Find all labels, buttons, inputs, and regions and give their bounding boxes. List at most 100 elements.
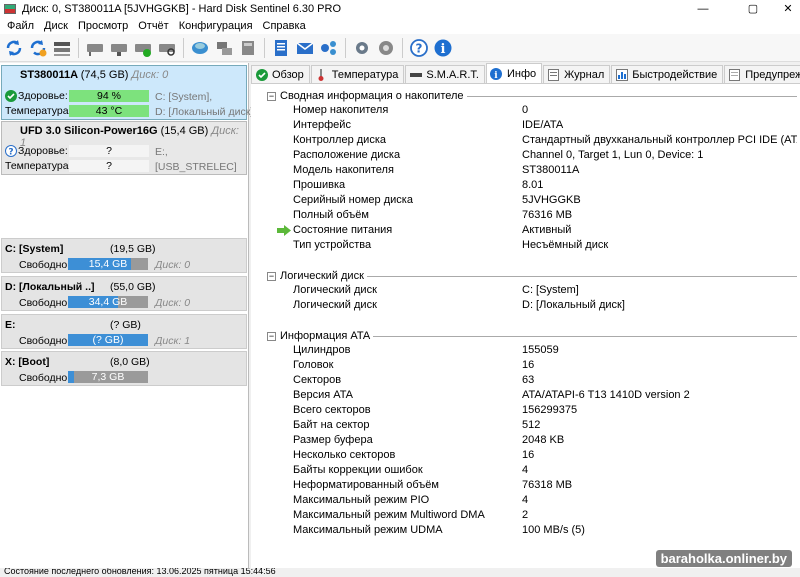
info-key: Номер накопителя [293,104,389,116]
info-row[interactable]: Прошивка 8.01 [263,179,797,193]
section-header[interactable]: − Сводная информация о накопителе [263,89,797,103]
partition-c[interactable]: C: [System] (19,5 GB) Свободно 15,4 GB Д… [1,238,247,273]
collapse-icon[interactable]: − [267,271,276,281]
info-key: Байт на сектор [293,419,370,431]
info-row[interactable]: Версия ATA ATA/ATAPI-6 T13 1410D version … [263,389,797,403]
info-row[interactable]: Секторов 63 [263,374,797,388]
tab-alerts[interactable]: Предупреждения [724,65,800,83]
info-row[interactable]: Тип устройства Несъёмный диск [263,239,797,253]
info-value: Несъёмный диск [522,239,609,251]
info-row[interactable]: Несколько секторов 16 [263,449,797,463]
tab-info[interactable]: i Инфо [485,63,543,83]
free-label: Свободно [19,297,68,309]
disk-search-icon[interactable] [156,37,178,59]
report-icon[interactable] [270,37,292,59]
info-row[interactable]: Серийный номер диска 5JVHGGKB [263,194,797,208]
about-icon[interactable]: i [432,37,454,59]
disk-list-icon[interactable] [51,37,73,59]
section-divider [373,335,797,337]
info-value: 16 [522,449,535,461]
info-row[interactable]: Полный объём 76316 MB [263,209,797,223]
menu-view[interactable]: Просмотр [73,20,133,32]
partition-d[interactable]: D: [Локальный ..] (55,0 GB) Свободно 34,… [1,276,247,311]
disk-info-icon[interactable] [189,37,211,59]
mail-icon[interactable] [294,37,316,59]
info-value: 100 MB/s (5) [522,524,585,536]
info-icon: i [490,67,503,80]
info-value: ATA/ATAPI-6 T13 1410D version 2 [522,389,690,401]
tab-log[interactable]: Журнал [543,65,611,83]
info-row[interactable]: Логический диск D: [Локальный диск] [263,299,797,313]
section-header[interactable]: − Логический диск [263,269,797,283]
tab-smart[interactable]: S.M.A.R.T. [405,65,485,83]
disk-size: (74,5 GB) [80,69,129,81]
disk-export-icon[interactable] [237,37,259,59]
disk-card-0[interactable]: ST380011A (74,5 GB) Диск: 0 Здоровье: 94… [1,65,253,120]
info-row[interactable]: Максимальный режим UDMA 100 MB/s (5) [263,524,797,538]
info-row[interactable]: Байт на сектор 512 [263,419,797,433]
watermark: baraholka.onliner.by [655,550,792,567]
svg-text:i: i [441,42,446,57]
menu-disk[interactable]: Диск [39,20,73,32]
partition-e[interactable]: E: (? GB) Свободно (? GB) Диск: 1 [1,314,247,349]
menu-configuration[interactable]: Конфигурация [174,20,258,32]
partition-x[interactable]: X: [Boot] (8,0 GB) Свободно 7,3 GB [1,351,247,386]
section-title: Информация ATA [280,330,371,342]
tab-label: Обзор [272,68,304,81]
info-row[interactable]: Расположение диска Channel 0, Target 1, L… [263,149,797,163]
free-space-bar: 7,3 GB [68,371,148,383]
info-row[interactable]: Интерфейс IDE/ATA [263,119,797,133]
refresh-icon[interactable] [3,37,25,59]
tab-overview[interactable]: Обзор [251,65,310,83]
tab-performance[interactable]: Быстродействие [611,65,724,83]
help-icon[interactable]: ? [408,37,430,59]
disk-test-icon[interactable] [84,37,106,59]
menu-report[interactable]: Отчёт [133,20,173,32]
info-row[interactable]: Максимальный режим PIO 4 [263,494,797,508]
info-row[interactable]: Неформатированный объём 76318 MB [263,479,797,493]
info-row[interactable]: Модель накопителя ST380011A [263,164,797,178]
free-space-value: 34,4 GB [88,296,128,308]
info-row[interactable]: Состояние питания Активный [263,224,797,238]
collapse-icon[interactable]: − [267,331,276,341]
info-row[interactable]: Контроллер диска Стандартный двухканальны… [263,134,797,148]
minimize-button[interactable]: — [683,0,723,17]
info-row[interactable]: Логический диск C: [System] [263,284,797,298]
close-button[interactable]: ✕ [768,0,800,17]
info-key: Логический диск [293,284,377,296]
temperature-row: Температура: ? [5,160,149,172]
info-row[interactable]: Головок 16 [263,359,797,373]
info-value: C: [System] [522,284,579,296]
menu-file[interactable]: Файл [2,20,39,32]
info-list[interactable]: − Сводная информация о накопителе Номер на… [263,89,797,549]
share-icon[interactable] [318,37,340,59]
info-row[interactable]: Размер буфера 2048 KB [263,434,797,448]
maximize-button[interactable]: ▢ [733,0,773,17]
info-row[interactable]: Максимальный режим Multiword DMA 2 [263,509,797,523]
collapse-icon[interactable]: − [267,91,276,101]
info-row[interactable]: Цилиндров 155059 [263,344,797,358]
disk-index: Диск: 0 [131,69,169,81]
partition-size: (55,0 GB) [110,281,156,293]
info-row[interactable]: Номер накопителя 0 [263,104,797,118]
disk-card-1[interactable]: UFD 3.0 Silicon-Power16G (15,4 GB) Диск:… [1,121,247,175]
info-row[interactable]: Всего секторов 156299375 [263,404,797,418]
section-header[interactable]: − Информация ATA [263,329,797,343]
check-icon [255,68,268,81]
sound-icon[interactable] [375,37,397,59]
disk-check-icon[interactable] [132,37,154,59]
info-key: Головок [293,359,334,371]
tab-temperature[interactable]: Температура [310,65,405,83]
network-icon[interactable] [213,37,235,59]
refresh-all-icon[interactable] [27,37,49,59]
free-space-bar: (? GB) [68,334,148,346]
menu-help[interactable]: Справка [258,20,311,32]
info-key: Контроллер диска [293,134,386,146]
settings-icon[interactable] [351,37,373,59]
info-row[interactable]: Байты коррекции ошибок 4 [263,464,797,478]
info-key: Максимальный режим Multiword DMA [293,509,485,521]
toolbar-separator [345,37,346,58]
disk-title: ST380011A (74,5 GB) Диск: 0 [20,69,168,81]
disk-surface-icon[interactable] [108,37,130,59]
toolbar-separator [264,37,265,58]
